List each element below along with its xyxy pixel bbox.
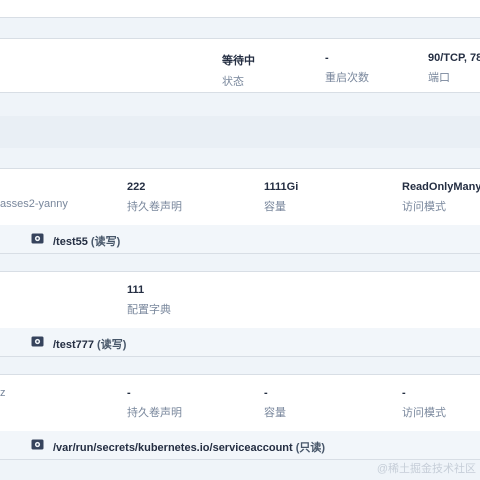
section-spacer [0,116,480,148]
ports-field: 90/TCP, 78/ 端口 [428,52,480,85]
volume-access-value: ReadOnlyMany [402,181,480,193]
volume-type-value: 222 [127,181,146,193]
volume-capacity-label: 容量 [264,201,286,213]
volume-card: 111 配置字典 /test777 (读写) [0,271,480,357]
volume-type-field: 111 配置字典 [127,284,171,317]
volume-type-label: 配置字典 [127,304,171,316]
volume-type-value: - [127,387,131,399]
ports-label: 端口 [428,72,450,84]
volume-capacity-label: 容量 [264,407,286,419]
volume-type-field: - 持久卷声明 [127,387,182,420]
volume-type-value: 111 [127,284,145,296]
volume-access-field: - 访问模式 [402,387,446,420]
volume-card: z - 持久卷声明 - 容量 - 访问模式 /var/run/secrets/k… [0,374,480,460]
volume-capacity-field: - 容量 [264,387,286,420]
volume-access-field: ReadOnlyMany 访问模式 [402,181,480,214]
container-info-card: 等待中 状态 - 重启次数 90/TCP, 78/ 端口 [0,38,480,93]
volume-type-label: 持久卷声明 [127,201,182,213]
top-partial-card [0,0,480,18]
volume-capacity-value: 1111Gi [264,181,299,193]
status-field: 等待中 状态 [222,52,255,89]
volume-name[interactable]: z [0,387,6,399]
mount-row: /test55 (读写) [0,225,480,253]
volume-capacity-value: - [264,387,268,399]
volume-capacity-field: 1111Gi 容量 [264,181,298,214]
mount-mode: (只读) [295,442,326,454]
status-value: 等待中 [222,55,255,67]
volume-type-label: 持久卷声明 [127,407,182,419]
restarts-label: 重启次数 [325,72,369,84]
mount-mode: (读写) [90,236,121,248]
restarts-field: - 重启次数 [325,52,369,85]
hard-disk-icon [31,233,44,244]
volume-type-field: 222 持久卷声明 [127,181,182,214]
volume-access-label: 访问模式 [402,407,446,419]
mount-row: /var/run/secrets/kubernetes.io/serviceac… [0,431,480,459]
restarts-value: - [325,52,329,64]
volume-access-label: 访问模式 [402,201,446,213]
status-label: 状态 [222,76,244,88]
mount-path: /test55 (读写) [53,236,121,248]
mount-row: /test777 (读写) [0,328,480,356]
ports-value: 90/TCP, 78/ [428,52,480,64]
mount-path: /test777 (读写) [53,339,127,351]
watermark: @稀土掘金技术社区 [376,463,476,475]
volume-access-value: - [402,387,406,399]
volume-name[interactable]: asses2-yanny [0,198,68,210]
mount-mode: (读写) [97,339,127,351]
hard-disk-icon [31,336,44,347]
mount-path: /var/run/secrets/kubernetes.io/serviceac… [53,442,326,454]
hard-disk-icon [31,439,44,450]
volume-card: asses2-yanny 222 持久卷声明 1111Gi 容量 ReadOnl… [0,168,480,254]
